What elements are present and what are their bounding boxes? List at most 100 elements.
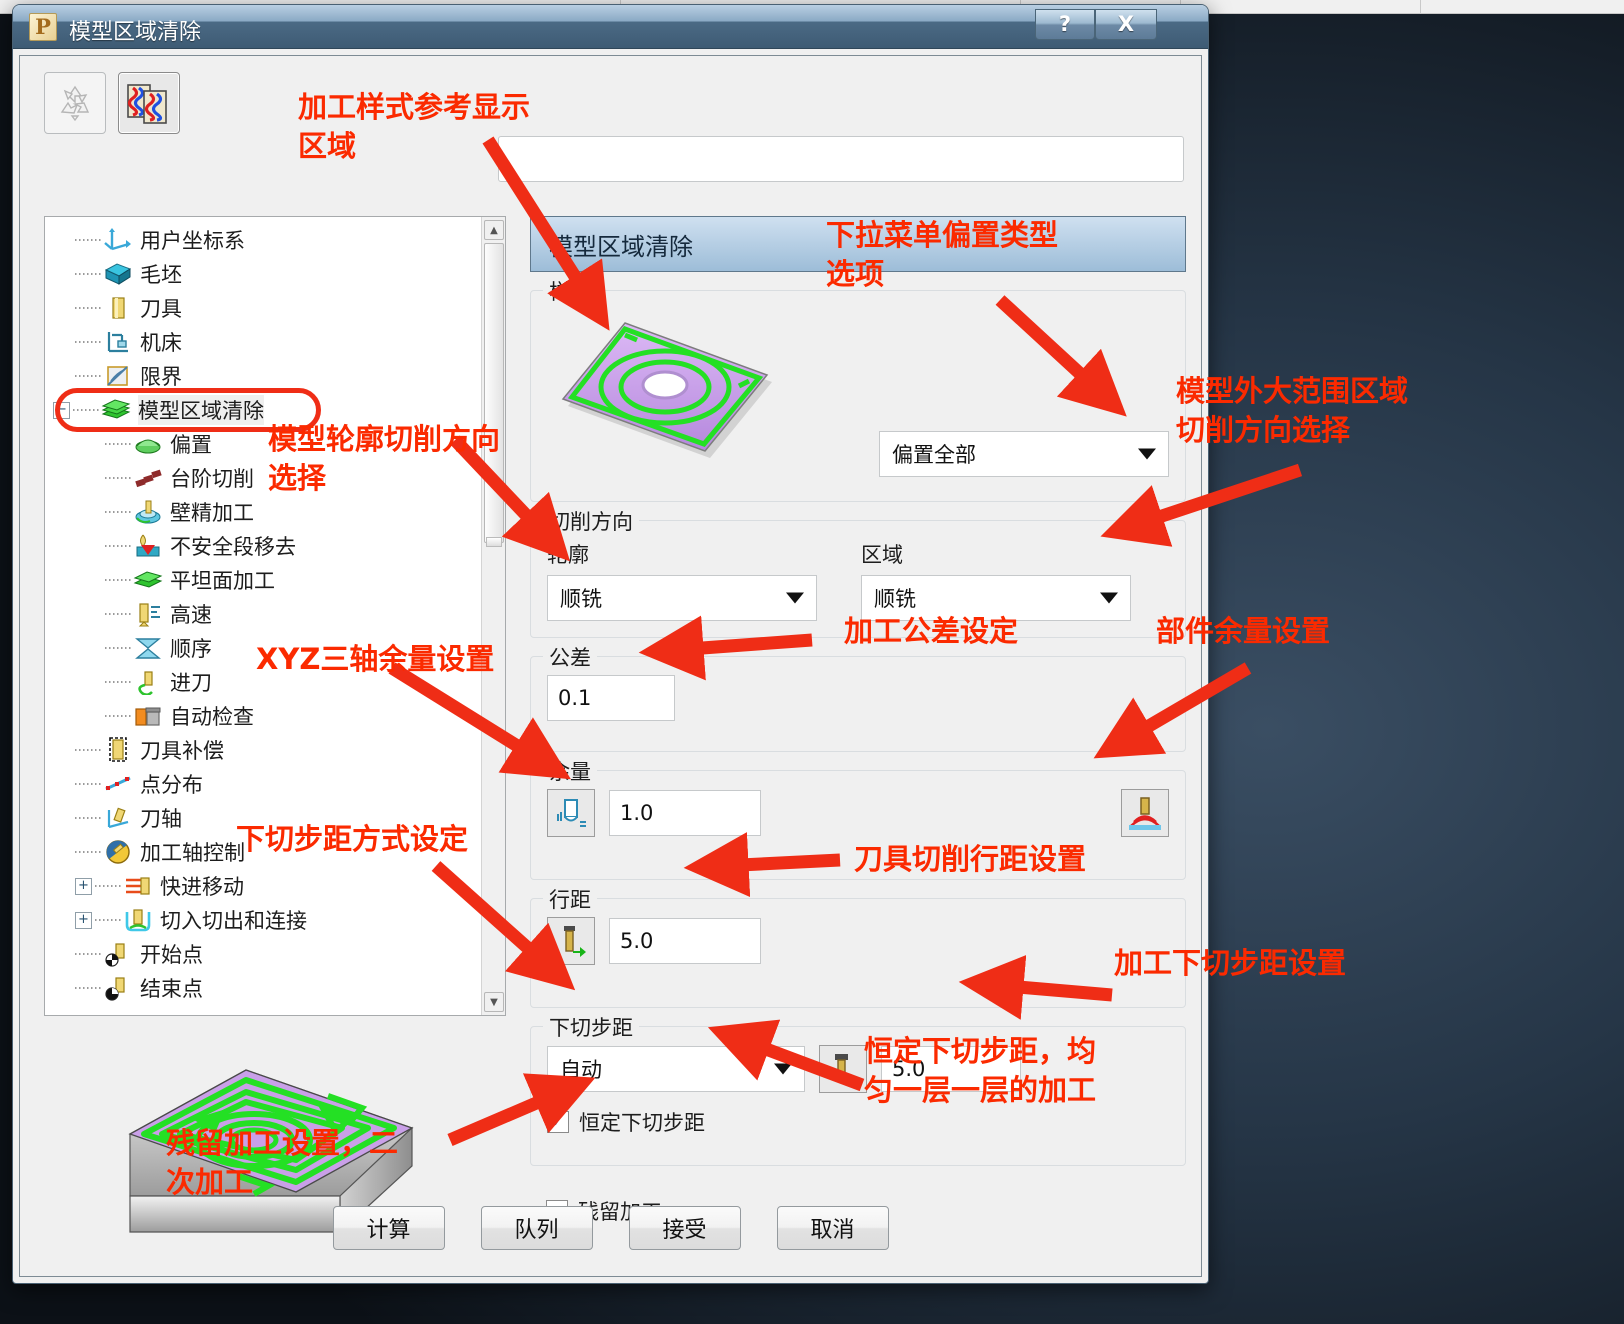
recycle-icon-button[interactable]	[44, 72, 106, 134]
chevron-down-icon	[774, 1063, 792, 1075]
tree-connector	[105, 477, 131, 479]
machine-icon	[103, 329, 133, 355]
title-bar: P 模型区域清除 ? X	[13, 5, 1208, 49]
area-label: 区域	[861, 543, 903, 567]
tree-item-label: 机床	[140, 331, 182, 355]
tree-connector	[105, 443, 131, 445]
annotation-xyz-thickness: XYZ三轴余量设置	[256, 642, 495, 676]
annotation-tolerance: 加工公差设定	[844, 614, 1019, 648]
tree-item-19[interactable]: + 快进移动	[45, 869, 481, 903]
constant-stepdown-checkbox-row[interactable]: 恒定下切步距	[547, 1107, 1169, 1137]
tree-item-label: 模型区域清除	[138, 395, 264, 425]
tree-item-14[interactable]: 自动检查	[45, 699, 481, 733]
tolerance-group-label: 公差	[543, 642, 597, 672]
tree-item-20[interactable]: + 切入切出和连接	[45, 903, 481, 937]
tree-item-label: 壁精加工	[170, 501, 254, 525]
annotation-stepover: 刀具切削行距设置	[854, 842, 1087, 876]
toolpath-preview-icon-button[interactable]	[118, 72, 180, 134]
tree-connector	[105, 647, 131, 649]
stepover-icon[interactable]	[547, 917, 595, 965]
tree-item-22[interactable]: 结束点	[45, 971, 481, 1005]
recycle-icon	[60, 85, 90, 122]
thickness-input[interactable]: 1.0	[609, 790, 761, 836]
accept-button[interactable]: 接受	[628, 1206, 741, 1250]
thickness-group-label: 余量	[543, 756, 597, 786]
toolpath-preview-icon	[127, 84, 167, 124]
limit-icon	[103, 363, 133, 389]
dialog-toolbar	[44, 72, 180, 134]
tree-item-label: 偏置	[170, 433, 212, 457]
stepdown-icon[interactable]	[819, 1045, 867, 1093]
constant-stepdown-checkbox[interactable]	[547, 1108, 569, 1133]
stepover-group: 行距 5.0	[530, 884, 1186, 1008]
constant-stepdown-label: 恒定下切步距	[579, 1111, 705, 1135]
tree-connector	[75, 273, 101, 275]
tree-item-label: 快进移动	[160, 875, 244, 899]
tree-item-9[interactable]: 不安全段移去	[45, 529, 481, 563]
tree-item-label: 点分布	[140, 773, 203, 797]
tree-item-label: 毛坯	[140, 263, 182, 287]
tree-connector	[95, 919, 121, 921]
tree-scrollbar[interactable]: ▲ ▼	[481, 217, 505, 1015]
profile-direction-combo[interactable]: 顺铣	[547, 575, 817, 621]
tree-item-3[interactable]: 机床	[45, 325, 481, 359]
tree-connector	[105, 579, 131, 581]
tree-item-15[interactable]: 刀具补偿	[45, 733, 481, 767]
close-button[interactable]: X	[1095, 9, 1157, 40]
tolerance-input[interactable]: 0.1	[547, 675, 675, 721]
tree-item-8[interactable]: 壁精加工	[45, 495, 481, 529]
scroll-down-icon[interactable]: ▼	[484, 992, 504, 1012]
cancel-button[interactable]: 取消	[776, 1206, 889, 1250]
step-cut-icon	[133, 465, 163, 491]
tree-item-label: 刀具补偿	[140, 739, 224, 763]
tree-item-4[interactable]: 限界	[45, 359, 481, 393]
offset-type-combo[interactable]: 偏置全部	[879, 431, 1169, 477]
dialog-button-bar: 计算 队列 接受 取消	[20, 1206, 1201, 1250]
tree-item-0[interactable]: 用户坐标系	[45, 223, 481, 257]
scrollbar-thumb[interactable]	[484, 243, 504, 543]
stepover-input[interactable]: 5.0	[609, 918, 761, 964]
chevron-down-icon	[786, 592, 804, 604]
strategy-name-field[interactable]	[498, 136, 1184, 182]
queue-button[interactable]: 队列	[480, 1206, 593, 1250]
tree-item-label: 顺序	[170, 637, 212, 661]
tree-item-11[interactable]: 高速	[45, 597, 481, 631]
offset-all-pattern-icon	[559, 317, 775, 471]
tree-item-label: 加工轴控制	[140, 841, 245, 865]
tree-item-label: 刀轴	[140, 807, 182, 831]
calculate-button[interactable]: 计算	[332, 1206, 445, 1250]
tree-item-21[interactable]: 开始点	[45, 937, 481, 971]
stepdown-mode-combo[interactable]: 自动	[547, 1046, 805, 1092]
chevron-down-icon	[1100, 592, 1118, 604]
tree-item-1[interactable]: 毛坯	[45, 257, 481, 291]
annotation-profile-direction: 模型轮廓切削方向 选择	[268, 422, 501, 495]
annotation-style-preview: 加工样式参考显示 区域	[298, 90, 531, 163]
tree-connector	[105, 545, 131, 547]
tree-item-label: 限界	[140, 365, 182, 389]
tree-item-label: 高速	[170, 603, 212, 627]
block-icon	[103, 261, 133, 287]
tree-connector	[75, 307, 101, 309]
expand-icon[interactable]: +	[75, 911, 92, 929]
collapse-icon[interactable]: −	[53, 401, 70, 419]
scrollbar-grip-icon	[486, 537, 502, 547]
auto-check-icon	[133, 703, 163, 729]
scroll-up-icon[interactable]: ▲	[484, 220, 504, 240]
tree-item-label: 不安全段移去	[170, 535, 296, 559]
tree-connector	[75, 817, 101, 819]
help-button[interactable]: ?	[1035, 9, 1095, 40]
radial-thickness-icon[interactable]	[547, 789, 595, 837]
offset-type-value: 偏置全部	[892, 443, 976, 467]
tree-item-2[interactable]: 刀具	[45, 291, 481, 325]
tree-connector	[75, 749, 101, 751]
tree-item-10[interactable]: 平坦面加工	[45, 563, 481, 597]
axial-thickness-icon[interactable]	[1121, 789, 1169, 837]
tree-item-16[interactable]: 点分布	[45, 767, 481, 801]
chevron-down-icon	[1138, 448, 1156, 460]
tree-connector	[75, 953, 101, 955]
style-group-label: 样式	[543, 276, 597, 306]
tree-item-label: 刀具	[140, 297, 182, 321]
expand-icon[interactable]: +	[75, 877, 92, 895]
wall-finish-icon	[133, 499, 163, 525]
tree-connector	[75, 341, 101, 343]
